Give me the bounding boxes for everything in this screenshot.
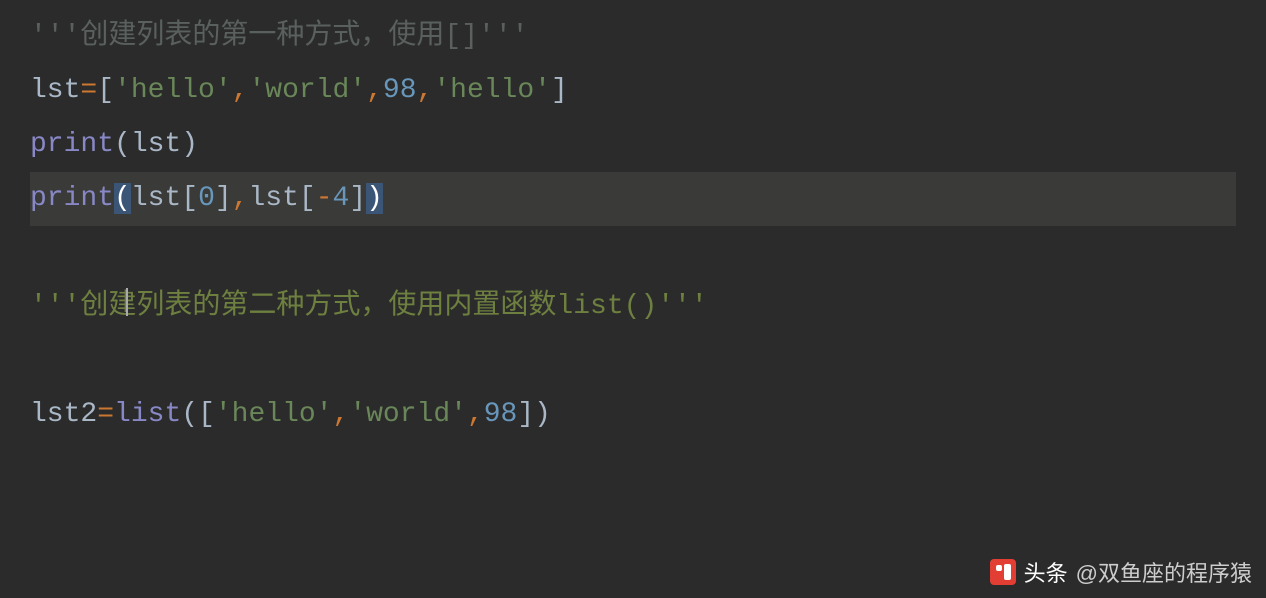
comment-open: ''' bbox=[30, 21, 80, 52]
builtin-print: print bbox=[30, 183, 114, 214]
right-paren: ) bbox=[181, 129, 198, 160]
number-literal: 98 bbox=[383, 75, 417, 106]
left-bracket: [ bbox=[299, 183, 316, 214]
identifier-lst: lst bbox=[131, 129, 181, 160]
text-cursor-icon bbox=[126, 288, 128, 316]
watermark-author: @双鱼座的程序猿 bbox=[1076, 556, 1252, 588]
index-zero: 0 bbox=[198, 183, 215, 214]
comma: , bbox=[333, 399, 350, 430]
left-bracket: [ bbox=[97, 75, 114, 106]
index-four: 4 bbox=[333, 183, 350, 214]
left-paren: ( bbox=[181, 399, 198, 430]
code-line-1[interactable]: '''创建列表的第一种方式，使用[]''' bbox=[30, 10, 1236, 64]
watermark: 头条 @双鱼座的程序猿 bbox=[990, 556, 1252, 588]
identifier-lst: lst bbox=[30, 75, 80, 106]
code-line-4[interactable]: print(lst[0],lst[-4]) bbox=[30, 172, 1236, 226]
identifier-lst: lst bbox=[249, 183, 299, 214]
right-paren: ) bbox=[534, 399, 551, 430]
identifier-lst2: lst2 bbox=[30, 399, 97, 430]
identifier-lst: lst bbox=[131, 183, 181, 214]
right-bracket: ] bbox=[551, 75, 568, 106]
right-bracket: ] bbox=[349, 183, 366, 214]
comment-close: ''' bbox=[657, 291, 707, 322]
comma: , bbox=[366, 75, 383, 106]
right-bracket: ] bbox=[517, 399, 534, 430]
string-literal: 'world' bbox=[248, 75, 366, 106]
left-bracket: [ bbox=[198, 399, 215, 430]
builtin-list: list bbox=[114, 399, 181, 430]
comment-text: 创建列表的第一种方式，使用[] bbox=[80, 21, 478, 52]
watermark-brand: 头条 bbox=[1024, 556, 1068, 588]
string-literal: 'world' bbox=[349, 399, 467, 430]
left-bracket: [ bbox=[181, 183, 198, 214]
code-line-6[interactable]: '''创建列表的第二种方式，使用内置函数list()''' bbox=[30, 280, 1236, 334]
string-literal: 'hello' bbox=[114, 75, 232, 106]
string-literal: 'hello' bbox=[433, 75, 551, 106]
comma: , bbox=[467, 399, 484, 430]
right-bracket: ] bbox=[215, 183, 232, 214]
code-line-5-empty[interactable] bbox=[30, 226, 1236, 280]
comment-close: ''' bbox=[478, 21, 528, 52]
number-literal: 98 bbox=[484, 399, 518, 430]
equals-operator: = bbox=[80, 75, 97, 106]
code-line-3[interactable]: print(lst) bbox=[30, 118, 1236, 172]
toutiao-logo-icon bbox=[990, 559, 1016, 585]
code-line-2[interactable]: lst=['hello','world',98,'hello'] bbox=[30, 64, 1236, 118]
code-line-8[interactable]: lst2=list(['hello','world',98]) bbox=[30, 388, 1236, 442]
comment-open: ''' bbox=[30, 291, 80, 322]
string-literal: 'hello' bbox=[215, 399, 333, 430]
comment-text: 创建列表的第二种方式，使用内置函数list() bbox=[80, 291, 657, 322]
code-editor[interactable]: '''创建列表的第一种方式，使用[]''' lst=['hello','worl… bbox=[0, 0, 1266, 452]
comma: , bbox=[417, 75, 434, 106]
right-paren-matched: ) bbox=[366, 183, 383, 214]
minus-operator: - bbox=[316, 183, 333, 214]
left-paren-matched: ( bbox=[114, 183, 131, 214]
comma: , bbox=[232, 75, 249, 106]
equals-operator: = bbox=[97, 399, 114, 430]
left-paren: ( bbox=[114, 129, 131, 160]
builtin-print: print bbox=[30, 129, 114, 160]
comma: , bbox=[232, 183, 249, 214]
code-line-7-empty[interactable] bbox=[30, 334, 1236, 388]
